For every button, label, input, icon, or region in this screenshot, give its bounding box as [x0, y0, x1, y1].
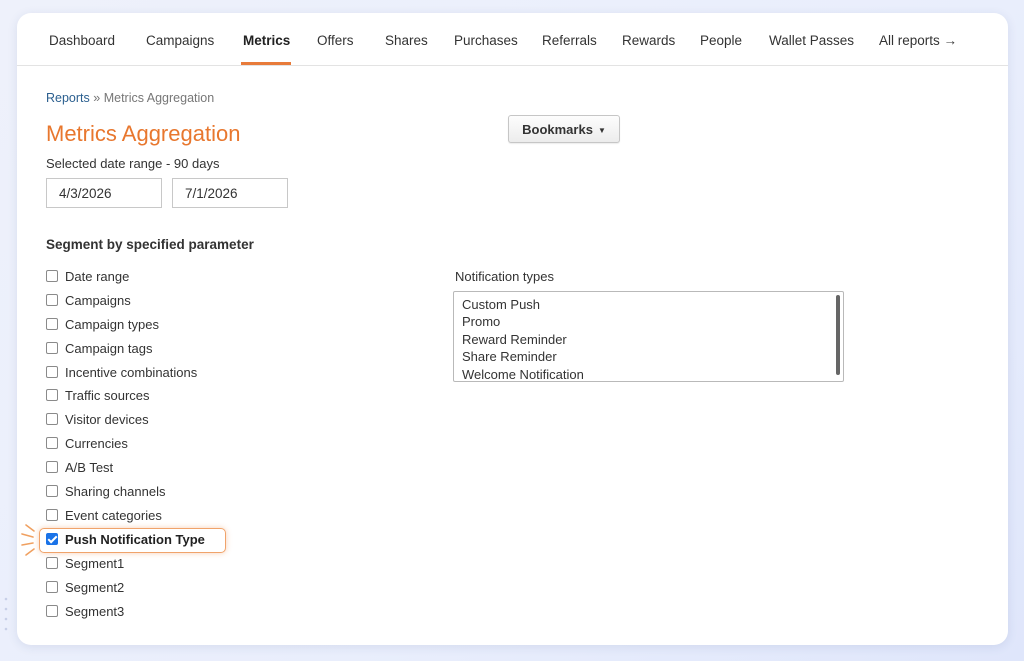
- checkbox-push-notification-type[interactable]: [46, 533, 58, 545]
- option-label: Sharing channels: [65, 483, 166, 499]
- breadcrumb: Reports » Metrics Aggregation: [46, 91, 214, 105]
- segment-option-traffic-sources[interactable]: Traffic sources: [46, 385, 150, 405]
- option-label: Push Notification Type: [65, 531, 205, 547]
- option-label: Campaigns: [65, 292, 131, 308]
- checkbox-visitor-devices[interactable]: [46, 413, 58, 425]
- segment-option-campaigns[interactable]: Campaigns: [46, 290, 131, 310]
- segment-option-segment3[interactable]: Segment3: [46, 601, 124, 621]
- top-navigation: Dashboard Campaigns Metrics Offers Share…: [17, 13, 1008, 66]
- notification-option-custom-push[interactable]: Custom Push: [462, 296, 835, 313]
- nav-all-reports[interactable]: All reports →: [879, 33, 957, 48]
- end-date-input[interactable]: [172, 178, 288, 208]
- nav-shares[interactable]: Shares: [385, 33, 428, 48]
- segment-option-visitor-devices[interactable]: Visitor devices: [46, 409, 149, 429]
- active-tab-indicator: [241, 62, 291, 65]
- start-date-input[interactable]: [46, 178, 162, 208]
- checkbox-sharing-channels[interactable]: [46, 485, 58, 497]
- option-label: Campaign tags: [65, 340, 153, 356]
- segment-option-campaign-types[interactable]: Campaign types: [46, 314, 159, 334]
- decorative-dots: [4, 597, 8, 631]
- checkbox-date-range[interactable]: [46, 270, 58, 282]
- option-label: Segment2: [65, 579, 125, 595]
- checkbox-segment3[interactable]: [46, 605, 58, 617]
- nav-campaigns[interactable]: Campaigns: [146, 33, 214, 48]
- segment-option-currencies[interactable]: Currencies: [46, 433, 128, 453]
- checkbox-campaign-types[interactable]: [46, 318, 58, 330]
- segment-option-segment1[interactable]: Segment1: [46, 553, 124, 573]
- listbox-scrollbar[interactable]: [836, 295, 840, 375]
- checkbox-ab-test[interactable]: [46, 461, 58, 473]
- checkbox-campaign-tags[interactable]: [46, 342, 58, 354]
- segment-option-date-range[interactable]: Date range: [46, 266, 129, 286]
- highlight-spark-icon: [21, 524, 35, 556]
- breadcrumb-current: Metrics Aggregation: [103, 91, 215, 105]
- date-range-label: Selected date range - 90 days: [46, 156, 220, 171]
- option-label: Event categories: [65, 507, 162, 523]
- main-card: Dashboard Campaigns Metrics Offers Share…: [17, 13, 1008, 645]
- option-label: Incentive combinations: [65, 364, 198, 380]
- notification-option-reward-reminder[interactable]: Reward Reminder: [462, 331, 835, 348]
- option-label: Date range: [65, 268, 130, 284]
- option-label: Segment3: [65, 603, 125, 619]
- option-label: Currencies: [65, 435, 128, 451]
- checkbox-incentive-combinations[interactable]: [46, 366, 58, 378]
- breadcrumb-separator: »: [93, 91, 101, 105]
- segment-option-push-notification-type[interactable]: Push Notification Type: [46, 529, 205, 549]
- nav-purchases[interactable]: Purchases: [454, 33, 518, 48]
- option-label: Campaign types: [65, 316, 159, 332]
- bookmarks-button[interactable]: Bookmarks ▼: [508, 115, 620, 143]
- nav-referrals[interactable]: Referrals: [542, 33, 597, 48]
- checkbox-segment2[interactable]: [46, 581, 58, 593]
- segment-option-ab-test[interactable]: A/B Test: [46, 457, 113, 477]
- checkbox-campaigns[interactable]: [46, 294, 58, 306]
- checkbox-traffic-sources[interactable]: [46, 389, 58, 401]
- nav-offers[interactable]: Offers: [317, 33, 354, 48]
- nav-metrics[interactable]: Metrics: [243, 33, 290, 48]
- option-label: Segment1: [65, 555, 125, 571]
- bookmarks-label: Bookmarks: [522, 121, 593, 137]
- segment-option-event-categories[interactable]: Event categories: [46, 505, 162, 525]
- checkbox-currencies[interactable]: [46, 437, 58, 449]
- checkbox-segment1[interactable]: [46, 557, 58, 569]
- nav-rewards[interactable]: Rewards: [622, 33, 675, 48]
- notification-option-share-reminder[interactable]: Share Reminder: [462, 348, 835, 365]
- page-title: Metrics Aggregation: [46, 121, 241, 146]
- segment-option-campaign-tags[interactable]: Campaign tags: [46, 338, 152, 358]
- nav-dashboard[interactable]: Dashboard: [49, 33, 115, 48]
- segment-section-title: Segment by specified parameter: [46, 237, 254, 252]
- segment-option-sharing-channels[interactable]: Sharing channels: [46, 481, 165, 501]
- notification-types-listbox[interactable]: Custom Push Promo Reward Reminder Share …: [453, 291, 844, 382]
- option-label: A/B Test: [65, 459, 114, 475]
- option-label: Traffic sources: [65, 387, 150, 403]
- nav-people[interactable]: People: [700, 33, 742, 48]
- checkbox-event-categories[interactable]: [46, 509, 58, 521]
- breadcrumb-reports-link[interactable]: Reports: [46, 91, 90, 105]
- notification-types-label: Notification types: [455, 269, 554, 284]
- notification-option-welcome-notification[interactable]: Welcome Notification: [462, 366, 835, 381]
- option-label: Visitor devices: [65, 411, 149, 427]
- segment-option-segment2[interactable]: Segment2: [46, 577, 124, 597]
- notification-option-promo[interactable]: Promo: [462, 313, 835, 330]
- caret-down-icon: ▼: [597, 125, 606, 135]
- nav-wallet-passes[interactable]: Wallet Passes: [769, 33, 854, 48]
- segment-option-incentive-combinations[interactable]: Incentive combinations: [46, 362, 197, 382]
